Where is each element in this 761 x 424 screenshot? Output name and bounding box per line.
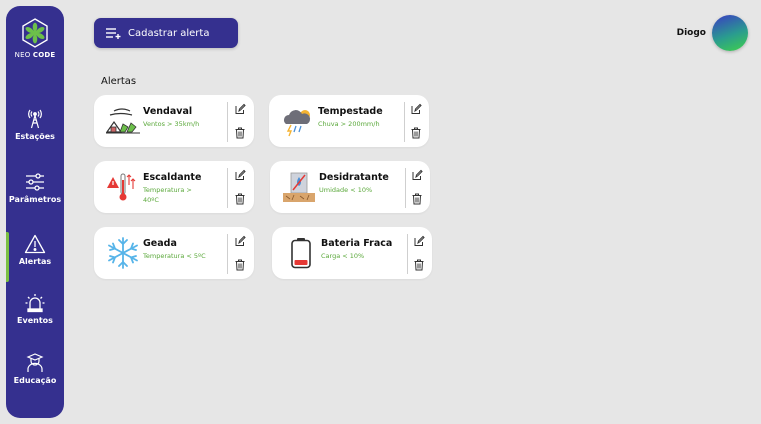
- sidebar-item-estacoes[interactable]: Estações: [6, 109, 64, 141]
- sidebar-item-label: Alertas: [18, 257, 52, 266]
- card-divider: [227, 234, 228, 274]
- alert-title: Tempestade: [318, 106, 383, 117]
- storm-icon: [284, 110, 311, 137]
- trash-icon[interactable]: [410, 127, 422, 139]
- card-divider: [227, 168, 228, 208]
- sidebar-item-alertas[interactable]: Alertas: [6, 234, 64, 266]
- alert-condition: Umidade < 10%: [319, 186, 373, 194]
- edit-icon[interactable]: [410, 103, 422, 115]
- sliders-icon: [26, 173, 44, 191]
- trash-icon[interactable]: [234, 193, 246, 205]
- sidebar-item-label: Estações: [15, 132, 55, 141]
- neocode-logo[interactable]: NEO CODE: [6, 18, 64, 59]
- warning-triangle-icon: [24, 234, 46, 254]
- alert-title: Escaldante: [143, 172, 202, 183]
- snowflake-icon: [108, 237, 138, 269]
- trash-icon[interactable]: [413, 259, 425, 271]
- student-icon: [26, 353, 44, 372]
- edit-icon[interactable]: [411, 169, 423, 181]
- alert-condition: Chuva > 200mm/h: [318, 120, 380, 128]
- siren-icon: [25, 294, 45, 313]
- list-add-icon: [106, 28, 121, 39]
- edit-icon[interactable]: [234, 103, 246, 115]
- user-menu[interactable]: Diogo: [677, 15, 748, 51]
- alert-card-bateria-fraca[interactable]: Bateria Fraca Carga < 10%: [272, 227, 432, 279]
- dry-humidity-icon: [283, 172, 315, 202]
- register-alert-label: Cadastrar alerta: [128, 27, 210, 39]
- alert-title: Vendaval: [143, 106, 193, 117]
- trash-icon[interactable]: [234, 259, 246, 271]
- trash-icon[interactable]: [411, 193, 423, 205]
- alert-title: Bateria Fraca: [321, 238, 393, 249]
- logo-text-neo: NEO: [14, 51, 31, 59]
- alert-condition: Ventos > 35km/h: [143, 120, 200, 128]
- edit-icon[interactable]: [234, 169, 246, 181]
- sidebar-item-parametros[interactable]: Parâmetros: [6, 172, 64, 204]
- antenna-tower-icon: [28, 109, 42, 129]
- low-battery-icon: [291, 238, 311, 269]
- card-divider: [407, 234, 408, 274]
- register-alert-button[interactable]: Cadastrar alerta: [94, 18, 238, 48]
- alert-card-escaldante[interactable]: Escaldante Temperatura > 40ºC: [94, 161, 254, 213]
- sidebar-item-eventos[interactable]: Eventos: [6, 293, 64, 325]
- alert-card-geada[interactable]: Geada Temperatura < 5ºC: [94, 227, 254, 279]
- edit-icon[interactable]: [413, 235, 425, 247]
- alert-card-tempestade[interactable]: Tempestade Chuva > 200mm/h: [269, 95, 429, 147]
- alert-card-desidratante[interactable]: Desidratante Umidade < 10%: [270, 161, 430, 213]
- alert-title: Desidratante: [319, 172, 389, 183]
- avatar[interactable]: [712, 15, 748, 51]
- user-name: Diogo: [676, 28, 706, 38]
- hot-thermometer-icon: [107, 173, 136, 201]
- alert-condition: Temperatura > 40ºC: [143, 186, 192, 204]
- card-divider: [405, 168, 406, 208]
- sidebar-item-label: Educação: [13, 376, 57, 385]
- card-divider: [404, 102, 405, 142]
- alert-title: Geada: [143, 238, 177, 249]
- windstorm-icon: [106, 108, 140, 134]
- card-divider: [227, 102, 228, 142]
- alert-card-vendaval[interactable]: Vendaval Ventos > 35km/h: [94, 95, 254, 147]
- edit-icon[interactable]: [234, 235, 246, 247]
- page-title: Alertas: [101, 76, 137, 87]
- sidebar-item-label: Eventos: [17, 316, 53, 325]
- logo-text-code: CODE: [32, 51, 56, 59]
- sidebar: NEO CODE Estações Parâmetros Alertas Eve…: [6, 6, 64, 418]
- alert-condition: Temperatura < 5ºC: [143, 252, 206, 260]
- sidebar-item-label: Parâmetros: [8, 195, 62, 204]
- alert-condition: Carga < 10%: [321, 252, 365, 260]
- flower-logo-icon: [22, 18, 48, 48]
- sidebar-item-educacao[interactable]: Educação: [6, 353, 64, 385]
- trash-icon[interactable]: [234, 127, 246, 139]
